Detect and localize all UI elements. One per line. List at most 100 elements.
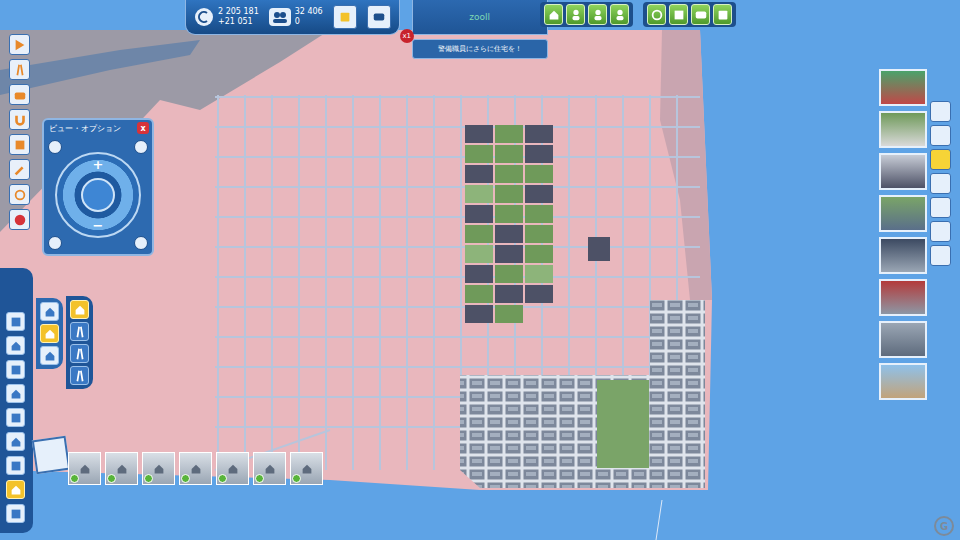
service-button[interactable] — [713, 4, 732, 25]
subcategory-button[interactable] — [40, 324, 59, 343]
category-button[interactable] — [6, 384, 25, 403]
building-thumb[interactable] — [105, 452, 138, 485]
tool-button[interactable] — [9, 109, 30, 130]
city-district[interactable] — [460, 300, 705, 488]
advisor-thumb[interactable] — [879, 69, 927, 106]
farm-plot[interactable] — [495, 205, 523, 223]
tilt-knob[interactable] — [134, 140, 148, 154]
notification-badge[interactable]: x1 — [400, 29, 414, 43]
advisor-button[interactable] — [588, 4, 607, 25]
farm-plot[interactable] — [465, 245, 493, 263]
farm-plot[interactable] — [465, 165, 493, 183]
zoom-in-button[interactable]: + — [93, 158, 104, 171]
category-button[interactable] — [6, 408, 25, 427]
farm-plot[interactable] — [525, 185, 553, 203]
farm-plot[interactable] — [465, 125, 493, 143]
tool-button[interactable] — [9, 184, 30, 205]
advisor-thumb[interactable] — [879, 279, 927, 316]
service-button[interactable] — [669, 4, 688, 25]
side-button[interactable] — [930, 221, 951, 242]
farm-plot[interactable] — [525, 265, 553, 283]
advisor-thumb[interactable] — [879, 153, 927, 190]
farm-plot[interactable] — [525, 145, 553, 163]
farm-plot[interactable] — [495, 285, 523, 303]
population-stat[interactable]: 32 4060 — [269, 7, 323, 27]
advisor-thumb[interactable] — [879, 363, 927, 400]
tool-button[interactable] — [9, 59, 30, 80]
farm-plot[interactable] — [465, 145, 493, 163]
tool-button[interactable] — [9, 159, 30, 180]
reset-knob[interactable] — [134, 236, 148, 250]
tab-button[interactable] — [70, 300, 89, 319]
advisor-button[interactable] — [610, 4, 629, 25]
farm-plot[interactable] — [465, 185, 493, 203]
farm-plot[interactable] — [465, 265, 493, 283]
building-thumb[interactable] — [142, 452, 175, 485]
farm-plot[interactable] — [495, 185, 523, 203]
side-button[interactable] — [930, 197, 951, 218]
farm-plot[interactable] — [465, 225, 493, 243]
farm-plot[interactable] — [525, 285, 553, 303]
tool-button[interactable] — [9, 134, 30, 155]
category-button[interactable] — [6, 432, 25, 451]
camera-dial[interactable]: +− — [55, 152, 141, 238]
notification[interactable]: 警備職員にさらに住宅を！ — [412, 39, 548, 59]
farm-plot[interactable] — [525, 205, 553, 223]
farm-plot[interactable] — [465, 205, 493, 223]
advisor-thumb[interactable] — [879, 111, 927, 148]
finance-button[interactable] — [333, 5, 357, 29]
service-button[interactable] — [691, 4, 710, 25]
advisor-thumb[interactable] — [879, 195, 927, 232]
farm-plot[interactable] — [525, 245, 553, 263]
advisor-button[interactable] — [544, 4, 563, 25]
tool-button[interactable] — [9, 84, 30, 105]
building-preview[interactable] — [32, 436, 70, 474]
farm-plot[interactable] — [495, 145, 523, 163]
category-button[interactable] — [6, 312, 25, 331]
side-button[interactable] — [930, 149, 951, 170]
tool-button[interactable] — [9, 209, 30, 230]
side-button[interactable] — [930, 245, 951, 266]
advisor-button[interactable] — [566, 4, 585, 25]
building-thumb[interactable] — [253, 452, 286, 485]
farm-plot[interactable] — [495, 265, 523, 283]
building-thumb[interactable] — [290, 452, 323, 485]
farm-plot[interactable] — [495, 305, 523, 323]
category-button[interactable] — [6, 456, 25, 475]
farm-plot[interactable] — [495, 225, 523, 243]
tab-button[interactable] — [70, 366, 89, 385]
close-button[interactable]: x — [137, 122, 149, 134]
farm-plot[interactable] — [525, 125, 553, 143]
farm-plot[interactable] — [465, 285, 493, 303]
advisor-thumb[interactable] — [879, 237, 927, 274]
play-knob[interactable] — [48, 140, 62, 154]
side-button[interactable] — [930, 173, 951, 194]
farm-plot[interactable] — [495, 245, 523, 263]
money-stat[interactable]: 2 205 181+21 051 — [194, 7, 259, 27]
category-button[interactable] — [6, 504, 25, 523]
building-thumb[interactable] — [68, 452, 101, 485]
category-button[interactable] — [6, 336, 25, 355]
subcategory-button[interactable] — [40, 346, 59, 365]
farm-plot[interactable] — [495, 125, 523, 143]
building-thumb[interactable] — [216, 452, 249, 485]
photo-knob[interactable] — [48, 236, 62, 250]
dial-hub[interactable] — [81, 178, 115, 212]
farm-plot[interactable] — [495, 165, 523, 183]
tab-button[interactable] — [70, 322, 89, 341]
transport-button[interactable] — [367, 5, 391, 29]
building-thumb[interactable] — [179, 452, 212, 485]
advisor-thumb[interactable] — [879, 321, 927, 358]
farm-plot[interactable] — [588, 237, 610, 261]
tool-button[interactable] — [9, 34, 30, 55]
farm-plot[interactable] — [525, 225, 553, 243]
side-button[interactable] — [930, 101, 951, 122]
tab-button[interactable] — [70, 344, 89, 363]
zoom-out-button[interactable]: − — [93, 219, 104, 232]
subcategory-button[interactable] — [40, 302, 59, 321]
service-button[interactable] — [647, 4, 666, 25]
player-name-box[interactable]: zooll — [412, 0, 548, 35]
farm-plot[interactable] — [525, 165, 553, 183]
category-button[interactable] — [6, 360, 25, 379]
farm-plot[interactable] — [465, 305, 493, 323]
